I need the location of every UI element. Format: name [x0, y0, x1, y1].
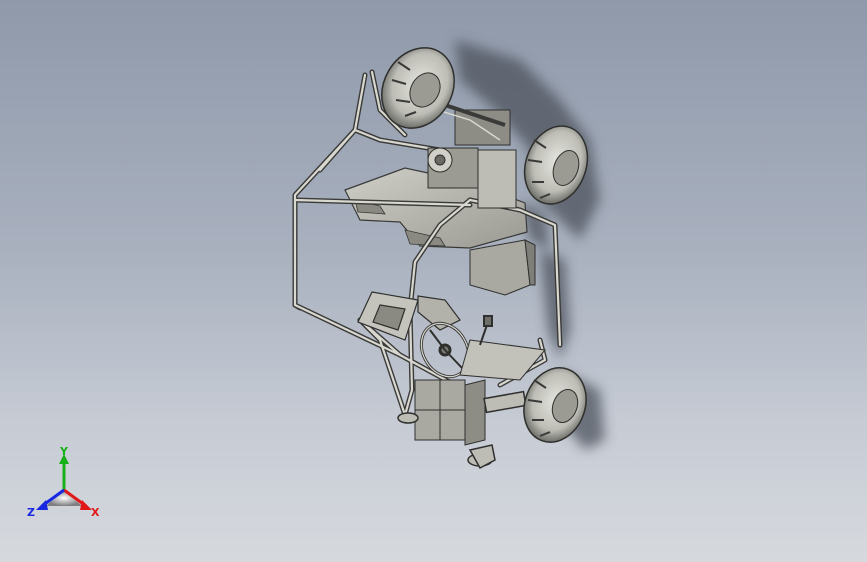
buggy-assembly-model[interactable]: [0, 0, 867, 562]
x-axis-label: X: [91, 506, 100, 519]
z-axis-label: Z: [27, 506, 35, 519]
tire-rear-left: [381, 47, 455, 129]
seat-box: [469, 239, 536, 296]
front-floor: [414, 339, 546, 446]
view-orientation-triad[interactable]: Y X Z: [24, 446, 104, 526]
cad-viewport[interactable]: Y X Z: [0, 0, 867, 562]
y-axis-label: Y: [59, 446, 69, 458]
y-axis-arrow: [59, 454, 69, 490]
shift-lever: [479, 315, 493, 346]
